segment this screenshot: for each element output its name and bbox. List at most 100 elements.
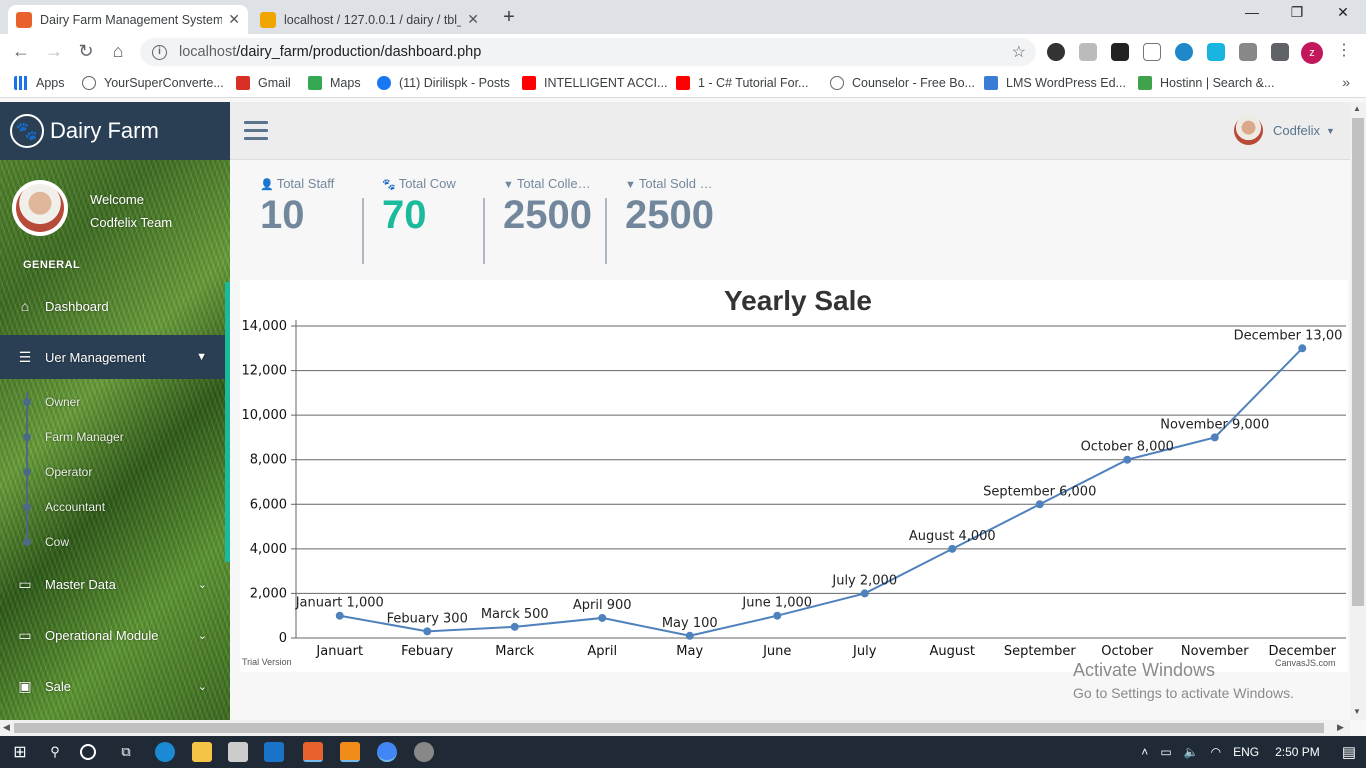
tile-label: Total Sold Milk xyxy=(638,176,715,191)
new-tab-button[interactable]: + xyxy=(498,6,520,28)
extension-icon[interactable] xyxy=(1079,43,1097,61)
user-menu[interactable]: Codfelix ▼ xyxy=(1234,116,1335,145)
sidebar-item-sale[interactable]: ▣ Sale ⌄ xyxy=(0,675,225,697)
chrome-icon[interactable] xyxy=(377,742,397,762)
submenu-farm-manager[interactable]: Farm Manager xyxy=(45,430,124,444)
avatar xyxy=(1234,116,1263,145)
x-tick-label: Febuary xyxy=(401,644,454,659)
tab-phpmyadmin[interactable]: localhost / 127.0.0.1 / dairy / tbl_ ✕ xyxy=(252,5,487,34)
mail-icon[interactable] xyxy=(264,742,284,762)
clock[interactable]: 2:50 PM xyxy=(1275,745,1320,759)
bookmark-star-icon[interactable]: ☆ xyxy=(1012,42,1026,62)
submenu-dot xyxy=(23,468,31,476)
bookmark-intelligent[interactable]: INTELLIGENT ACCI... xyxy=(522,76,667,90)
activate-title: Activate Windows xyxy=(1073,660,1216,680)
extension-icon[interactable] xyxy=(1239,43,1257,61)
browser-tab-strip: Dairy Farm Management System ✕ localhost… xyxy=(0,0,1366,34)
extension-icon[interactable] xyxy=(1175,43,1193,61)
home-icon[interactable]: ⌂ xyxy=(107,41,129,62)
forward-arrow-icon[interactable]: → xyxy=(43,41,65,62)
extension-icon[interactable] xyxy=(1047,43,1065,61)
chevron-right-icon[interactable]: » xyxy=(1342,74,1350,90)
maximize-icon[interactable]: ❐ xyxy=(1282,4,1312,21)
bookmark-hostinn[interactable]: Hostinn | Search &... xyxy=(1138,76,1274,90)
language-indicator[interactable]: ENG xyxy=(1233,745,1259,759)
scroll-thumb[interactable] xyxy=(14,723,1324,733)
sublime-icon[interactable] xyxy=(340,742,360,762)
desktop-icon: ▭ xyxy=(18,575,32,592)
main-content: Codfelix ▼ 👤 Total Staff 10 🐾 Total Cow 70… xyxy=(230,102,1350,720)
task-view-icon[interactable]: ⧉ xyxy=(116,742,136,762)
scroll-thumb[interactable] xyxy=(1352,118,1364,606)
bookmark-dirilispk[interactable]: (11) Dirilispk - Posts xyxy=(377,76,510,90)
scroll-left-icon[interactable]: ◀ xyxy=(3,722,10,733)
bookmark-label: Gmail xyxy=(258,76,291,90)
tab-dairy-farm[interactable]: Dairy Farm Management System ✕ xyxy=(8,5,248,34)
submenu-accountant[interactable]: Accountant xyxy=(45,500,105,514)
scroll-down-icon[interactable]: ▼ xyxy=(1353,707,1361,716)
scroll-up-icon[interactable]: ▲ xyxy=(1353,104,1361,113)
minimize-icon[interactable]: — xyxy=(1237,4,1267,20)
volume-icon[interactable]: 🔈 xyxy=(1184,745,1199,759)
submenu-cow[interactable]: Cow xyxy=(45,535,69,549)
back-arrow-icon[interactable]: ← xyxy=(10,41,32,62)
xampp-icon[interactable] xyxy=(303,742,323,762)
file-explorer-icon[interactable] xyxy=(192,742,212,762)
close-tab-icon[interactable]: ✕ xyxy=(467,11,479,28)
data-point xyxy=(598,613,607,622)
hamburger-menu-icon[interactable] xyxy=(244,121,268,141)
bookmark-csharp-tutorial[interactable]: 1 - C# Tutorial For... xyxy=(676,76,808,90)
windows-start-icon[interactable]: ⊞ xyxy=(10,742,30,762)
search-icon[interactable]: ⚲ xyxy=(45,742,65,762)
sidebar-item-label: Dashboard xyxy=(45,298,109,314)
sidebar-item-master-data[interactable]: ▭ Master Data ⌄ xyxy=(0,573,225,595)
puzzle-extensions-icon[interactable] xyxy=(1271,43,1289,61)
address-bar[interactable]: i localhost/dairy_farm/production/dashbo… xyxy=(140,38,1036,66)
site-info-icon[interactable]: i xyxy=(152,44,167,60)
submenu-owner[interactable]: Owner xyxy=(45,395,80,409)
extension-icon[interactable] xyxy=(1111,43,1129,61)
sidebar-item-label: Operational Module xyxy=(45,627,159,643)
chevron-down-icon: ⌄ xyxy=(197,680,207,693)
bookmark-apps[interactable]: Apps xyxy=(14,76,65,90)
horizontal-scrollbar[interactable]: ◀ ▶ xyxy=(0,720,1350,736)
extension-icon[interactable] xyxy=(1207,43,1225,61)
url-host: localhost xyxy=(179,44,237,60)
cortana-icon[interactable] xyxy=(80,744,96,760)
brand[interactable]: 🐾 Dairy Farm xyxy=(0,102,230,160)
bookmark-counselor[interactable]: Counselor - Free Bo... xyxy=(830,76,975,90)
user-name: Codfelix xyxy=(1273,123,1320,138)
bookmark-maps[interactable]: Maps xyxy=(308,76,361,90)
bookmark-lms[interactable]: LMS WordPress Ed... xyxy=(984,76,1126,90)
sidebar-item-user-management[interactable]: ☰ Uer Management ▼ xyxy=(0,335,225,379)
vertical-scrollbar[interactable]: ▲ ▼ xyxy=(1350,102,1366,720)
close-tab-icon[interactable]: ✕ xyxy=(228,11,240,28)
paint-icon[interactable] xyxy=(414,742,434,762)
battery-icon[interactable]: ▭ xyxy=(1160,745,1171,759)
browser-menu-icon[interactable]: ⋮ xyxy=(1336,40,1352,60)
sidebar: 🐾 Dairy Farm Welcome Codfelix Team GENER… xyxy=(0,102,230,720)
team-name: Codfelix Team xyxy=(90,215,173,230)
submenu-dot xyxy=(23,538,31,546)
sidebar-item-operational-module[interactable]: ▭ Operational Module ⌄ xyxy=(0,624,225,646)
close-window-icon[interactable]: ✕ xyxy=(1328,4,1358,21)
bookmark-yoursuperconverter[interactable]: YourSuperConverte... xyxy=(82,76,224,90)
x-tick-label: April xyxy=(587,644,617,659)
scroll-right-icon[interactable]: ▶ xyxy=(1337,722,1344,733)
mail-extension-icon[interactable] xyxy=(1143,43,1161,61)
bookmark-gmail[interactable]: Gmail xyxy=(236,76,291,90)
chevron-up-icon[interactable]: ˄ xyxy=(1141,745,1148,759)
submenu-dot xyxy=(23,503,31,511)
profile-avatar[interactable]: z xyxy=(1301,42,1323,64)
chart-svg: Yearly Sale 0 2,000 4,000 6,000 8,000 10,000 1… xyxy=(242,285,1346,659)
sidebar-item-dashboard[interactable]: ⌂ Dashboard xyxy=(0,295,225,317)
notification-icon[interactable]: ▤ xyxy=(1342,743,1356,761)
submenu-operator[interactable]: Operator xyxy=(45,465,92,479)
reload-icon[interactable]: ↻ xyxy=(75,41,97,62)
wifi-icon[interactable]: ◠ xyxy=(1211,745,1221,759)
sidebar-item-label: Master Data xyxy=(45,576,116,592)
activate-subtitle: Go to Settings to activate Windows. xyxy=(1073,685,1294,701)
store-icon[interactable] xyxy=(228,742,248,762)
edge-icon[interactable] xyxy=(155,742,175,762)
xampp-favicon-icon xyxy=(16,11,32,28)
